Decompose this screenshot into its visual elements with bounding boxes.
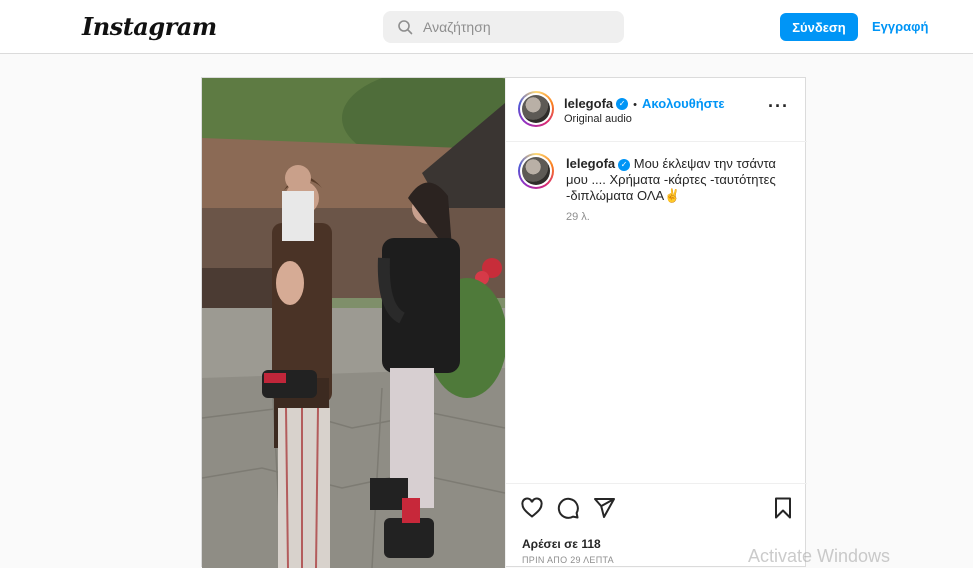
caption-timestamp[interactable]: 29 λ.	[566, 211, 590, 223]
caption-username[interactable]: lelegofa	[566, 156, 615, 171]
login-button[interactable]: Σύνδεση	[780, 13, 858, 41]
verified-badge-icon: ✓	[618, 158, 631, 171]
more-options-icon[interactable]: ···	[768, 96, 789, 117]
post-sidebar: lelegofa ✓ • Ακολουθήστε Original audio ···…	[505, 78, 807, 568]
author-username[interactable]: lelegofa	[564, 96, 613, 111]
signup-link[interactable]: Εγγραφή	[872, 19, 928, 34]
search-icon	[398, 20, 413, 35]
post-timestamp[interactable]: ΠΡΙΝ ΑΠΟ 29 ΛΕΠΤΑ	[522, 555, 614, 565]
like-heart-icon[interactable]	[520, 496, 544, 520]
post-caption: lelegofa ✓ Μου έκλεψαν την τσάντα μου ...…	[566, 156, 786, 204]
search-box[interactable]	[383, 11, 624, 43]
audio-label[interactable]: Original audio	[564, 113, 632, 125]
video-frame	[202, 78, 505, 568]
verified-badge-icon: ✓	[616, 97, 629, 110]
activate-windows-watermark: Activate Windows	[748, 546, 891, 566]
save-bookmark-icon[interactable]	[771, 496, 795, 520]
post-card: lelegofa ✓ • Ακολουθήστε Original audio ···…	[201, 77, 807, 568]
follow-button[interactable]: Ακολουθήστε	[642, 96, 725, 111]
author-line: lelegofa ✓ • Ακολουθήστε	[564, 95, 725, 113]
author-avatar[interactable]	[518, 91, 554, 127]
post-header: lelegofa ✓ • Ακολουθήστε Original audio ···	[506, 78, 807, 142]
top-navbar: Instagram Σύνδεση Εγγραφή	[0, 0, 973, 54]
caption-avatar[interactable]	[518, 153, 554, 189]
separator-dot: •	[633, 99, 637, 111]
comment-icon[interactable]	[556, 496, 580, 520]
post-video[interactable]	[202, 78, 505, 568]
search-input[interactable]	[423, 19, 603, 35]
share-icon[interactable]	[592, 496, 616, 520]
likes-count[interactable]: Αρέσει σε 118	[522, 537, 601, 551]
instagram-logo[interactable]: Instagram	[82, 12, 217, 41]
